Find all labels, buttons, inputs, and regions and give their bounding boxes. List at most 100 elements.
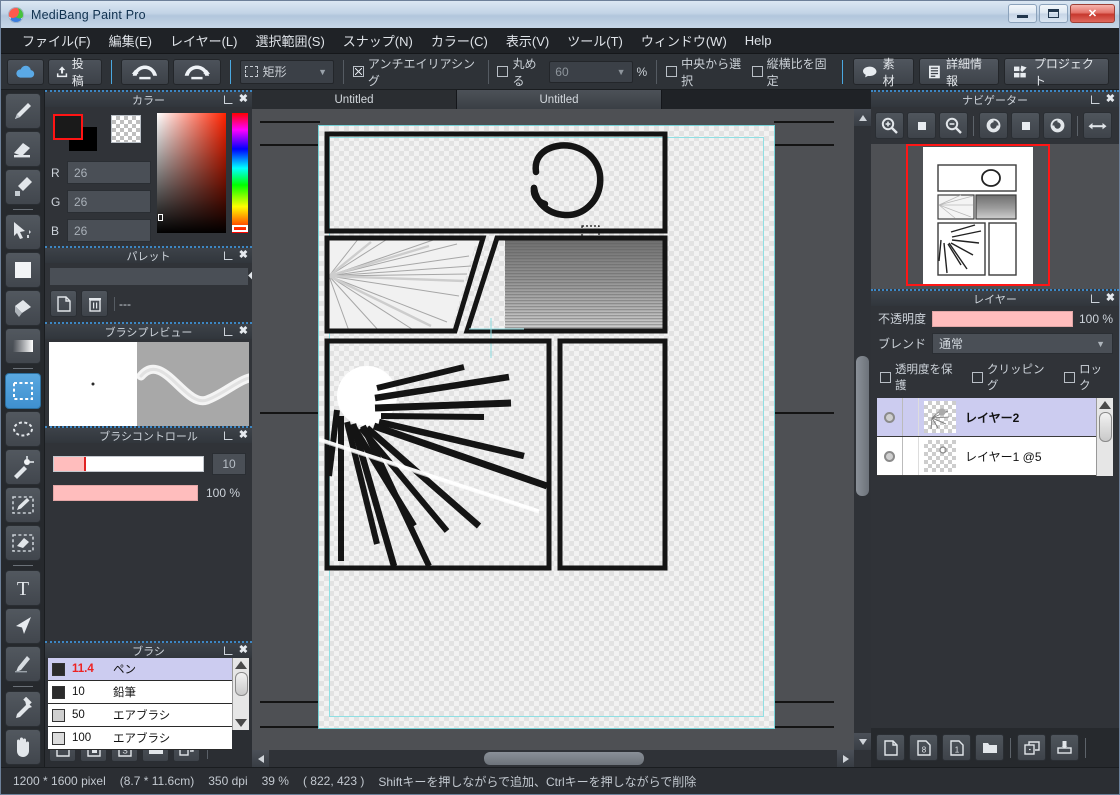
popout-icon[interactable] xyxy=(1091,294,1100,303)
rotate-left-button[interactable] xyxy=(979,112,1008,139)
operation-arrow-tool[interactable] xyxy=(5,608,41,644)
popout-icon[interactable] xyxy=(224,646,233,655)
saturation-value-field[interactable] xyxy=(157,113,226,233)
blur-tool[interactable] xyxy=(5,169,41,205)
divide-panel-tool[interactable] xyxy=(5,646,41,682)
open-layer-folder-button[interactable] xyxy=(975,734,1004,761)
tab-untitled-1[interactable]: Untitled xyxy=(252,90,457,109)
canvas-vertical-scrollbar[interactable] xyxy=(854,109,871,750)
delete-palette-button[interactable] xyxy=(81,290,108,317)
layer-opacity-slider[interactable] xyxy=(932,311,1073,327)
close-icon[interactable]: ✖ xyxy=(1106,293,1115,304)
undo-button[interactable] xyxy=(121,59,169,85)
antialias-checkbox[interactable]: アンチエイリアシング xyxy=(353,55,479,89)
move-tool[interactable] xyxy=(5,214,41,250)
detail-info-button[interactable]: 詳細情報 xyxy=(919,58,999,85)
menu-view[interactable]: 表示(V) xyxy=(497,28,558,53)
center-select-checkbox[interactable]: 中央から選択 xyxy=(666,55,748,89)
gradient-tool[interactable] xyxy=(5,328,41,364)
minimize-button[interactable] xyxy=(1008,4,1037,23)
select-eraser-tool[interactable] xyxy=(5,525,41,561)
menu-layer[interactable]: レイヤー(L) xyxy=(161,28,247,53)
maximize-button[interactable] xyxy=(1039,4,1068,23)
new-8bit-layer-button[interactable]: 8 xyxy=(909,734,938,761)
rect-select-tool[interactable] xyxy=(5,373,41,409)
zoom-out-button[interactable] xyxy=(939,112,968,139)
popout-icon[interactable] xyxy=(224,431,233,440)
layer-visibility-toggle[interactable] xyxy=(877,398,903,436)
clipping-checkbox[interactable]: クリッピング xyxy=(972,361,1055,393)
menu-color[interactable]: カラー(C) xyxy=(422,28,497,53)
zoom-in-button[interactable] xyxy=(875,112,904,139)
blue-input[interactable]: 26 xyxy=(67,219,151,242)
blend-mode-select[interactable]: 通常 ▼ xyxy=(932,333,1113,354)
paint-spill-tool[interactable] xyxy=(5,290,41,326)
menu-window[interactable]: ウィンドウ(W) xyxy=(632,28,736,53)
scroll-right-button[interactable] xyxy=(837,750,854,767)
brush-list-item[interactable]: 11.4 ペン xyxy=(48,658,232,681)
round-value-input[interactable]: 60 ▼ xyxy=(549,61,632,83)
navigator-preview[interactable] xyxy=(871,144,1119,289)
project-button[interactable]: プロジェクト xyxy=(1004,58,1109,85)
canvas-viewport[interactable] xyxy=(252,109,854,750)
cloud-button[interactable] xyxy=(7,59,44,85)
canvas-horizontal-scrollbar[interactable] xyxy=(252,750,854,767)
brush-list-item[interactable]: 50 エアブラシ xyxy=(48,704,232,727)
layer-row[interactable]: レイヤー2 xyxy=(877,398,1096,437)
close-icon[interactable]: ✖ xyxy=(239,645,248,656)
menu-snap[interactable]: スナップ(N) xyxy=(334,28,422,53)
post-button[interactable]: 投稿 xyxy=(48,59,102,85)
close-icon[interactable]: ✖ xyxy=(239,94,248,105)
horizontal-scroll-thumb[interactable] xyxy=(484,752,644,765)
new-palette-button[interactable] xyxy=(50,290,77,317)
rotate-reset-button[interactable] xyxy=(1011,112,1040,139)
scroll-left-button[interactable] xyxy=(252,750,269,767)
hue-slider[interactable] xyxy=(232,113,248,233)
brush-list-item[interactable]: 10 鉛筆 xyxy=(48,681,232,704)
canvas-paper[interactable] xyxy=(319,126,774,728)
layer-visibility-toggle[interactable] xyxy=(877,437,903,475)
pen-tool[interactable] xyxy=(5,93,41,129)
brush-opacity-slider[interactable] xyxy=(53,485,198,501)
scroll-up-button[interactable] xyxy=(854,109,871,126)
close-button[interactable]: ✕ xyxy=(1070,4,1115,23)
rotate-right-button[interactable] xyxy=(1043,112,1072,139)
brush-list-item[interactable]: 100 エアブラシ xyxy=(48,727,232,750)
redo-button[interactable] xyxy=(173,59,221,85)
new-layer-button[interactable] xyxy=(876,734,905,761)
close-icon[interactable]: ✖ xyxy=(239,326,248,337)
aspect-lock-checkbox[interactable]: 縦横比を固定 xyxy=(752,55,834,89)
layer-row[interactable]: レイヤー1 @5 xyxy=(877,437,1096,476)
scroll-thumb[interactable] xyxy=(235,672,248,696)
transparent-color-swatch[interactable] xyxy=(111,115,141,143)
select-pen-tool[interactable] xyxy=(5,487,41,523)
popout-icon[interactable] xyxy=(224,327,233,336)
close-icon[interactable]: ✖ xyxy=(1106,94,1115,105)
menu-edit[interactable]: 編集(E) xyxy=(100,28,161,53)
lasso-select-tool[interactable] xyxy=(5,411,41,447)
new-1bit-layer-button[interactable]: 1 xyxy=(942,734,971,761)
popout-icon[interactable] xyxy=(1091,95,1100,104)
scroll-thumb[interactable] xyxy=(1099,412,1112,442)
zoom-reset-button[interactable] xyxy=(907,112,936,139)
eraser-tool[interactable] xyxy=(5,131,41,167)
brush-size-value[interactable]: 10 xyxy=(212,453,246,475)
scroll-down-button[interactable] xyxy=(854,733,871,750)
scroll-up-icon[interactable] xyxy=(235,661,247,669)
material-button[interactable]: 素材 xyxy=(853,58,914,85)
popout-icon[interactable] xyxy=(224,95,233,104)
brush-size-slider[interactable] xyxy=(53,456,204,472)
duplicate-layer-button[interactable] xyxy=(1017,734,1046,761)
scroll-up-icon[interactable] xyxy=(1099,401,1111,409)
merge-layer-button[interactable] xyxy=(1050,734,1079,761)
protect-alpha-checkbox[interactable]: 透明度を保護 xyxy=(880,361,963,393)
flip-horizontal-button[interactable] xyxy=(1083,112,1112,139)
layer-list-scrollbar[interactable] xyxy=(1096,398,1113,476)
brush-list-scrollbar[interactable] xyxy=(232,658,249,730)
foreground-color-swatch[interactable] xyxy=(53,114,83,140)
lock-checkbox[interactable]: ロック xyxy=(1064,361,1113,393)
text-tool[interactable]: T xyxy=(5,570,41,606)
green-input[interactable]: 26 xyxy=(67,190,151,213)
eyedropper-tool[interactable] xyxy=(5,691,41,727)
red-input[interactable]: 26 xyxy=(67,161,151,184)
